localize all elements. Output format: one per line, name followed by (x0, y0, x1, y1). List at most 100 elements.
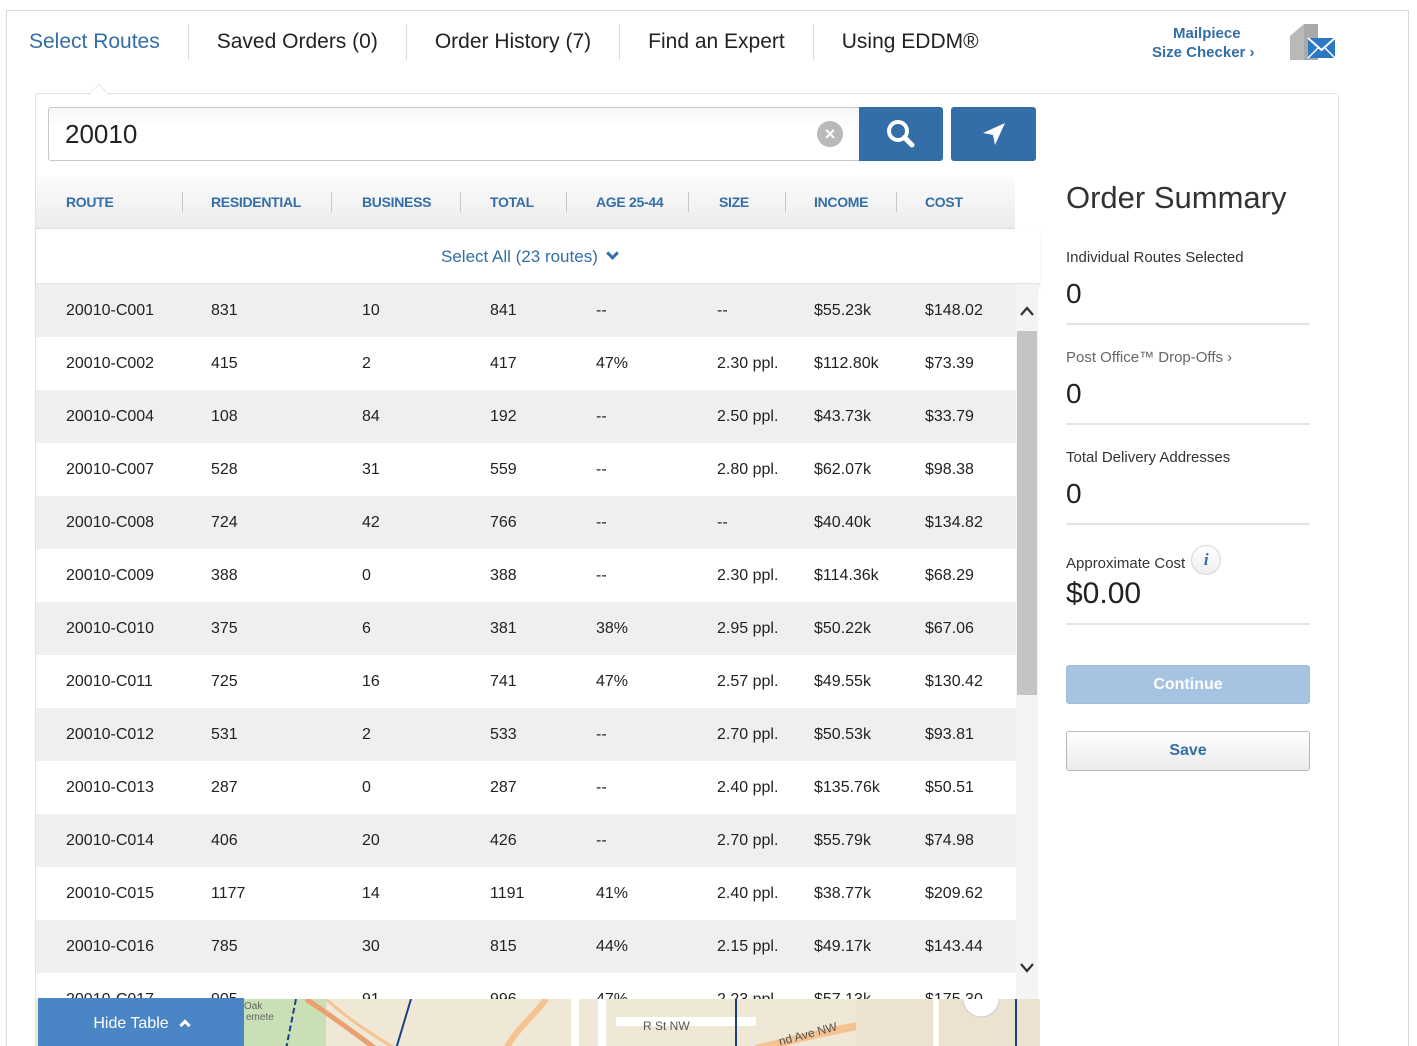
header-divider (896, 192, 897, 212)
tab-saved-orders[interactable]: Saved Orders (0) (189, 24, 407, 60)
cell-total: 192 (490, 408, 517, 425)
top-nav: Select Routes Saved Orders (0) Order His… (0, 22, 1007, 62)
info-icon[interactable]: i (1191, 545, 1222, 575)
tab-using-eddm[interactable]: Using EDDM® (814, 24, 1007, 60)
table-row[interactable]: 20010-C013 287 0 287 -- 2.40 ppl. $135.76k $50.… (36, 761, 1016, 814)
cell-business: 6 (362, 620, 371, 637)
header-cost[interactable]: COST (925, 177, 963, 229)
search-button[interactable] (859, 107, 943, 161)
cell-route: 20010-C009 (66, 567, 155, 584)
scroll-down-arrow-icon[interactable] (1019, 960, 1035, 976)
table-row[interactable]: 20010-C016 785 30 815 44% 2.15 ppl. $49.17k $14… (36, 920, 1016, 973)
header-income[interactable]: INCOME (814, 177, 869, 229)
cell-cost: $98.38 (925, 461, 974, 478)
header-residential[interactable]: RESIDENTIAL (211, 177, 301, 229)
dropoffs-value: 0 (1066, 378, 1082, 409)
cell-size: -- (717, 514, 728, 531)
mailpiece-envelope-icon[interactable] (1288, 22, 1336, 62)
cell-total: 417 (490, 355, 517, 372)
table-row[interactable]: 20010-C007 528 31 559 -- 2.80 ppl. $62.07k $98.… (36, 443, 1016, 496)
cell-business: 42 (362, 514, 380, 531)
cell-size: 2.70 ppl. (717, 832, 779, 849)
cell-income: $55.23k (814, 302, 871, 319)
cell-age: -- (596, 726, 607, 743)
table-row[interactable]: 20010-C011 725 16 741 47% 2.57 ppl. $49.55k $13… (36, 655, 1016, 708)
cell-residential: 287 (211, 779, 238, 796)
zip-search-input[interactable] (65, 118, 785, 150)
cell-cost: $33.79 (925, 408, 974, 425)
table-scrollbar-thumb[interactable] (1017, 331, 1037, 695)
continue-button[interactable]: Continue (1066, 665, 1310, 704)
header-total[interactable]: TOTAL (490, 177, 534, 229)
locate-me-button[interactable] (951, 107, 1036, 161)
search-box: × (48, 107, 860, 161)
cell-income: $49.55k (814, 673, 871, 690)
map-label-park: Oak (244, 1001, 263, 1012)
header-divider (182, 192, 183, 212)
cell-cost: $74.98 (925, 832, 974, 849)
header-business[interactable]: BUSINESS (362, 177, 431, 229)
table-row[interactable]: 20010-C015 1177 14 1191 41% 2.40 ppl. $38.77k $… (36, 867, 1016, 920)
cell-income: $38.77k (814, 885, 871, 902)
cell-total: 533 (490, 726, 517, 743)
table-row[interactable]: 20010-C001 831 10 841 -- -- $55.23k $148.02 (36, 284, 1016, 337)
cell-route: 20010-C015 (66, 885, 155, 902)
routes-selected-block: Individual Routes Selected 0 (1066, 249, 1310, 325)
clear-search-icon[interactable]: × (817, 121, 843, 147)
approximate-cost-block: Approximate Cost i $0.00 (1066, 545, 1310, 625)
order-summary: Order Summary Individual Routes Selected… (1066, 180, 1310, 649)
cell-income: $57.13k (814, 973, 871, 999)
cell-cost: $50.51 (925, 779, 974, 796)
save-button[interactable]: Save (1066, 731, 1310, 771)
cell-cost: $134.82 (925, 514, 983, 531)
select-all-label: Select All (23 routes) (441, 247, 598, 266)
cell-residential: 785 (211, 938, 238, 955)
cell-cost: $93.81 (925, 726, 974, 743)
cell-total: 388 (490, 567, 517, 584)
table-row[interactable]: 20010-C010 375 6 381 38% 2.95 ppl. $50.22k $67.… (36, 602, 1016, 655)
cell-total: 426 (490, 832, 517, 849)
cell-cost: $143.44 (925, 938, 983, 955)
table-row[interactable]: 20010-C009 388 0 388 -- 2.30 ppl. $114.36k $68.… (36, 549, 1016, 602)
table-row[interactable]: 20010-C014 406 20 426 -- 2.70 ppl. $55.79k $74.… (36, 814, 1016, 867)
cell-route: 20010-C012 (66, 726, 155, 743)
cell-total: 841 (490, 302, 517, 319)
tab-find-an-expert[interactable]: Find an Expert (620, 24, 814, 60)
cell-business: 0 (362, 567, 371, 584)
header-age[interactable]: AGE 25-44 (596, 177, 664, 229)
delivery-addresses-block: Total Delivery Addresses 0 (1066, 449, 1310, 525)
hide-table-label: Hide Table (93, 1015, 169, 1032)
cell-income: $50.22k (814, 620, 871, 637)
table-row[interactable]: 20010-C008 724 42 766 -- -- $40.40k $134.82 (36, 496, 1016, 549)
cell-income: $40.40k (814, 514, 871, 531)
cell-residential: 415 (211, 355, 238, 372)
header-size[interactable]: SIZE (719, 177, 749, 229)
cell-age: -- (596, 567, 607, 584)
cell-route: 20010-C002 (66, 355, 155, 372)
cell-age: 38% (596, 620, 629, 637)
delivery-addresses-value: 0 (1066, 478, 1082, 509)
post-office-dropoffs-link[interactable]: Post Office™ Drop-Offs › (1066, 349, 1310, 367)
cell-residential: 725 (211, 673, 238, 690)
cell-size: 2.15 ppl. (717, 938, 779, 955)
cell-residential: 528 (211, 461, 238, 478)
cell-cost: $130.42 (925, 673, 983, 690)
table-row[interactable]: 20010-C004 108 84 192 -- 2.50 ppl. $43.73k $33.… (36, 390, 1016, 443)
header-route[interactable]: ROUTE (66, 177, 114, 229)
cell-size: 2.57 ppl. (717, 673, 779, 690)
cell-business: 91 (362, 973, 380, 999)
cell-income: $49.17k (814, 938, 871, 955)
map-label-street: R St NW (643, 1019, 690, 1033)
cell-cost: $209.62 (925, 885, 983, 902)
table-row[interactable]: 20010-C012 531 2 533 -- 2.70 ppl. $50.53k $93.8… (36, 708, 1016, 761)
table-row[interactable]: 20010-C017 905 91 996 47% 2.23 ppl. $57.13k $17… (36, 973, 1016, 999)
scroll-up-arrow-icon[interactable] (1019, 303, 1035, 319)
tab-order-history[interactable]: Order History (7) (407, 24, 621, 60)
map-label-park-2: emete (246, 1012, 274, 1023)
cell-income: $62.07k (814, 461, 871, 478)
mailpiece-size-checker-link[interactable]: Mailpiece Size Checker › (1152, 24, 1255, 62)
tab-select-routes[interactable]: Select Routes (0, 24, 189, 60)
hide-table-button[interactable]: Hide Table (38, 998, 244, 1046)
table-row[interactable]: 20010-C002 415 2 417 47% 2.30 ppl. $112.80k $73… (36, 337, 1016, 390)
select-all-routes-link[interactable]: Select All (23 routes) (441, 247, 619, 267)
